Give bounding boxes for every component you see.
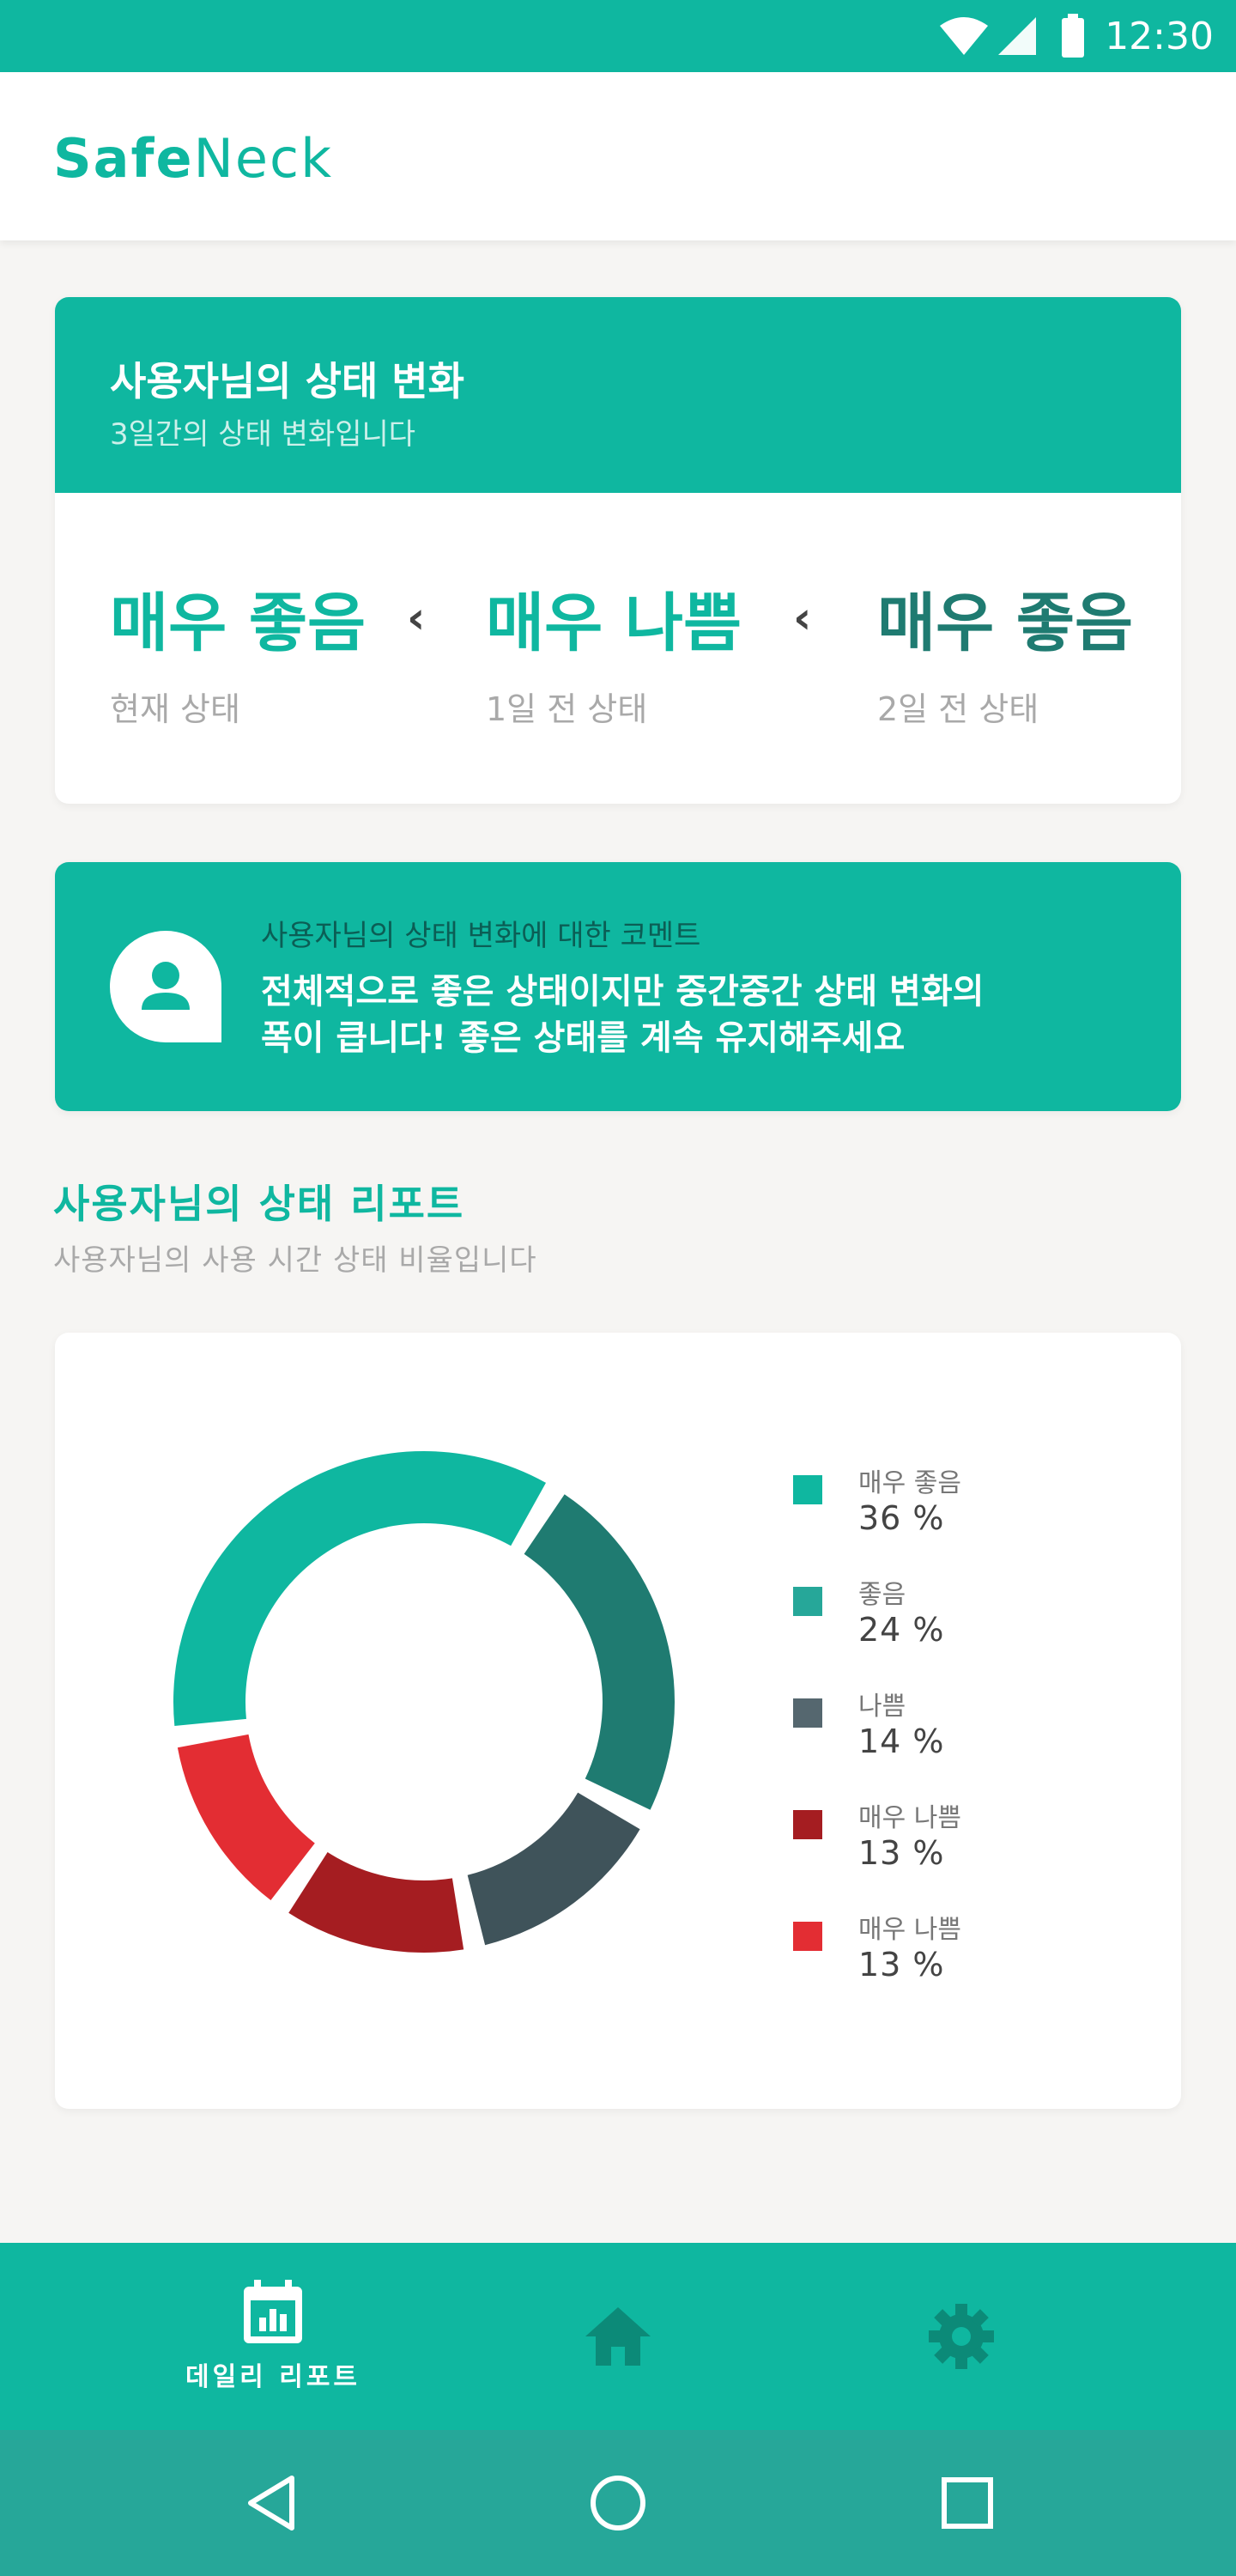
nav-daily-report-label: 데일리 리포트 (185, 2362, 361, 2392)
chevron-left-icon: ‹ (793, 592, 812, 644)
legend-swatch (793, 1587, 822, 1616)
legend-swatch (793, 1475, 822, 1504)
comment-card: 사용자님의 상태 변화에 대한 코멘트 전체적으로 좋은 상태이지만 중간중간 … (55, 862, 1181, 1111)
status-time: 12:30 (1105, 14, 1214, 58)
current-state: 매우 좋음 현재 상태 (110, 572, 366, 730)
legend-value: 24 % (858, 1611, 945, 1649)
legend-label: 매우 나쁨 (858, 1915, 961, 1945)
donut-segment-2 (524, 1494, 676, 1810)
status-change-card: 사용자님의 상태 변화 3일간의 상태 변화입니다 매우 좋음 현재 상태 ‹ … (55, 297, 1181, 804)
comment-line-1: 전체적으로 좋은 상태이지만 중간중간 상태 변화의 (261, 972, 985, 1012)
home-icon (585, 2307, 651, 2366)
report-title: 사용자님의 상태 리포트 (53, 1181, 465, 1227)
system-nav-bar (0, 2430, 1236, 2576)
status-bar: 12:30 (0, 0, 1236, 72)
home-circle-icon[interactable] (588, 2473, 648, 2533)
logo-part-neck: Neck (193, 127, 334, 190)
comment-text: 전체적으로 좋은 상태이지만 중간중간 상태 변화의 폭이 큽니다! 좋은 상태… (261, 969, 1085, 1061)
legend-label: 좋음 (858, 1580, 906, 1610)
donut-segment-3 (467, 1792, 640, 1946)
donut-segment-4 (288, 1852, 464, 1953)
nav-daily-report[interactable]: 데일리 리포트 (144, 2243, 402, 2430)
user-avatar-icon (110, 931, 221, 1042)
two-days-ago-state: 매우 좋음 2일 전 상태 (877, 572, 1133, 730)
legend-label: 나쁨 (858, 1692, 906, 1722)
status-icons: 12:30 (938, 12, 1214, 60)
wifi-icon (940, 17, 989, 55)
one-day-ago-label: 1일 전 상태 (486, 690, 648, 728)
two-days-ago-value: 매우 좋음 (877, 586, 1134, 660)
legend-swatch (793, 1698, 822, 1728)
chevron-left-icon: ‹ (407, 592, 426, 644)
donut-chart (173, 1451, 676, 1953)
legend-label: 매우 나쁨 (858, 1803, 961, 1833)
legend-value: 14 % (858, 1722, 945, 1760)
one-day-ago-state: 매우 나쁨 1일 전 상태 (486, 572, 742, 730)
status-change-header: 사용자님의 상태 변화 3일간의 상태 변화입니다 (55, 297, 1181, 493)
legend-swatch (793, 1922, 822, 1951)
comment-title: 사용자님의 상태 변화에 대한 코멘트 (261, 919, 701, 953)
recents-icon[interactable] (937, 2473, 997, 2533)
status-change-title: 사용자님의 상태 변화 (110, 358, 464, 404)
legend-swatch (793, 1810, 822, 1839)
report-subtitle: 사용자님의 사용 시간 상태 비율입니다 (53, 1243, 537, 1278)
back-icon[interactable] (242, 2473, 302, 2533)
battery-icon (1062, 14, 1085, 58)
nav-settings[interactable] (833, 2243, 1090, 2430)
legend-value: 13 % (858, 1834, 945, 1872)
one-day-ago-value: 매우 나쁨 (486, 586, 742, 660)
comment-line-2: 폭이 큽니다! 좋은 상태를 계속 유지해주세요 (261, 1018, 906, 1058)
legend-value: 13 % (858, 1946, 945, 1984)
app-logo: SafeNeck (53, 127, 333, 190)
signal-icon (998, 17, 1037, 55)
gear-icon (929, 2304, 994, 2369)
status-change-subtitle: 3일간의 상태 변화입니다 (110, 417, 416, 452)
current-state-value: 매우 좋음 (110, 586, 367, 660)
current-state-label: 현재 상태 (110, 690, 240, 728)
logo-part-safe: Safe (53, 127, 194, 190)
calendar-chart-icon (244, 2280, 302, 2343)
legend-value: 36 % (858, 1499, 945, 1537)
donut-segment-1 (173, 1451, 547, 1726)
nav-home[interactable] (489, 2243, 747, 2430)
app-bar: SafeNeck (0, 72, 1236, 240)
legend-label: 매우 좋음 (858, 1468, 961, 1498)
two-days-ago-label: 2일 전 상태 (877, 690, 1039, 728)
report-chart-card: 매우 좋음 36 % 좋음 24 % 나쁨 14 % 매우 나쁨 13 % 매우 나쁨 13 % (55, 1333, 1181, 2109)
bottom-nav: 데일리 리포트 (0, 2243, 1236, 2430)
donut-segment-5 (177, 1734, 315, 1901)
